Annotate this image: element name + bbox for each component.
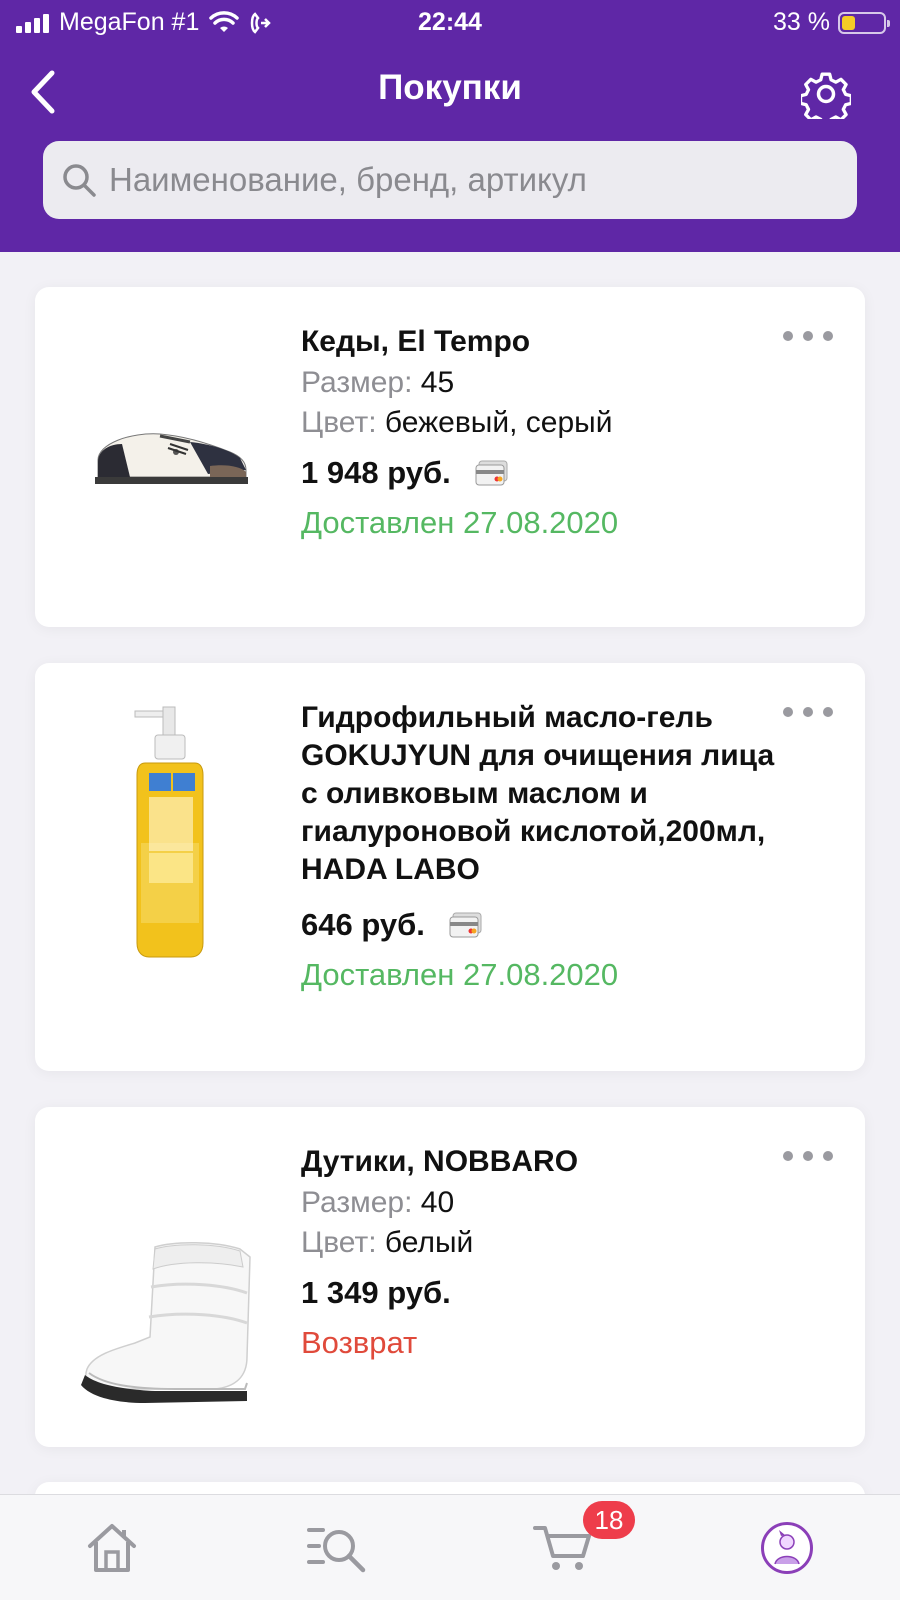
order-status: Возврат xyxy=(301,1325,418,1360)
status-time: 22:44 xyxy=(418,8,482,36)
purchase-card[interactable]: Дутики, NOBBARO Размер: 40 Цвет: белый 1… xyxy=(35,1107,865,1447)
card-icon xyxy=(475,460,508,486)
product-title[interactable]: Гидрофильный масло-гель GOKUJYUN для очи… xyxy=(301,699,781,889)
header: MegaFon #1 22:44 33 % Покупки xyxy=(0,0,900,252)
purchase-card[interactable]: Кеды, El Tempo Размер: 45 Цвет: бежевый,… xyxy=(35,287,865,627)
gear-icon xyxy=(801,72,851,119)
price: 646 руб. xyxy=(301,907,425,942)
color-label: Цвет: xyxy=(301,1226,377,1259)
card-icon xyxy=(449,912,482,938)
cleansing-oil-bottle-image xyxy=(75,703,265,963)
more-options-button[interactable] xyxy=(783,697,833,727)
tab-home[interactable] xyxy=(77,1515,147,1581)
status-bar: MegaFon #1 22:44 33 % xyxy=(0,0,900,48)
tab-profile[interactable] xyxy=(752,1515,822,1581)
purchase-card[interactable]: Гидрофильный масло-гель GOKUJYUN для очи… xyxy=(35,663,865,1071)
price: 1 349 руб. xyxy=(301,1275,451,1310)
cart-icon xyxy=(533,1526,591,1570)
navigation-bar: Покупки xyxy=(0,56,900,126)
size-value: 45 xyxy=(420,366,455,399)
bottom-tab-bar xyxy=(0,1494,900,1600)
home-icon xyxy=(88,1524,136,1572)
page-title: Покупки xyxy=(378,68,522,107)
more-options-button[interactable] xyxy=(783,321,833,351)
product-title[interactable]: Кеды, El Tempo xyxy=(301,323,801,361)
snow-boot-image xyxy=(75,1237,265,1407)
color-attribute: Цвет: белый xyxy=(301,1223,801,1263)
cart-badge: 18 xyxy=(583,1501,635,1539)
search-icon xyxy=(59,160,99,200)
product-title[interactable]: Дутики, NOBBARO xyxy=(301,1143,801,1181)
color-attribute: Цвет: бежевый, серый xyxy=(301,403,801,443)
catalog-search-icon xyxy=(307,1528,366,1573)
size-attribute: Размер: 40 xyxy=(301,1183,801,1223)
search-input[interactable] xyxy=(109,161,809,199)
battery-icon xyxy=(838,11,890,34)
order-status: Доставлен 27.08.2020 xyxy=(301,505,619,540)
color-value: белый xyxy=(384,1226,474,1259)
profile-avatar xyxy=(761,1522,813,1574)
sneaker-image xyxy=(75,397,265,517)
settings-button[interactable] xyxy=(798,66,854,122)
tab-catalog[interactable] xyxy=(302,1515,372,1581)
size-label: Размер: xyxy=(301,1186,413,1219)
color-value: бежевый, серый xyxy=(384,406,613,439)
battery-percent: 33 % xyxy=(773,8,830,36)
search-bar[interactable] xyxy=(43,141,857,219)
size-attribute: Размер: 45 xyxy=(301,363,801,403)
more-options-button[interactable] xyxy=(783,1141,833,1171)
price: 1 948 руб. xyxy=(301,455,451,490)
order-status: Доставлен 27.08.2020 xyxy=(301,957,619,992)
size-value: 40 xyxy=(420,1186,455,1219)
size-label: Размер: xyxy=(301,366,413,399)
color-label: Цвет: xyxy=(301,406,377,439)
